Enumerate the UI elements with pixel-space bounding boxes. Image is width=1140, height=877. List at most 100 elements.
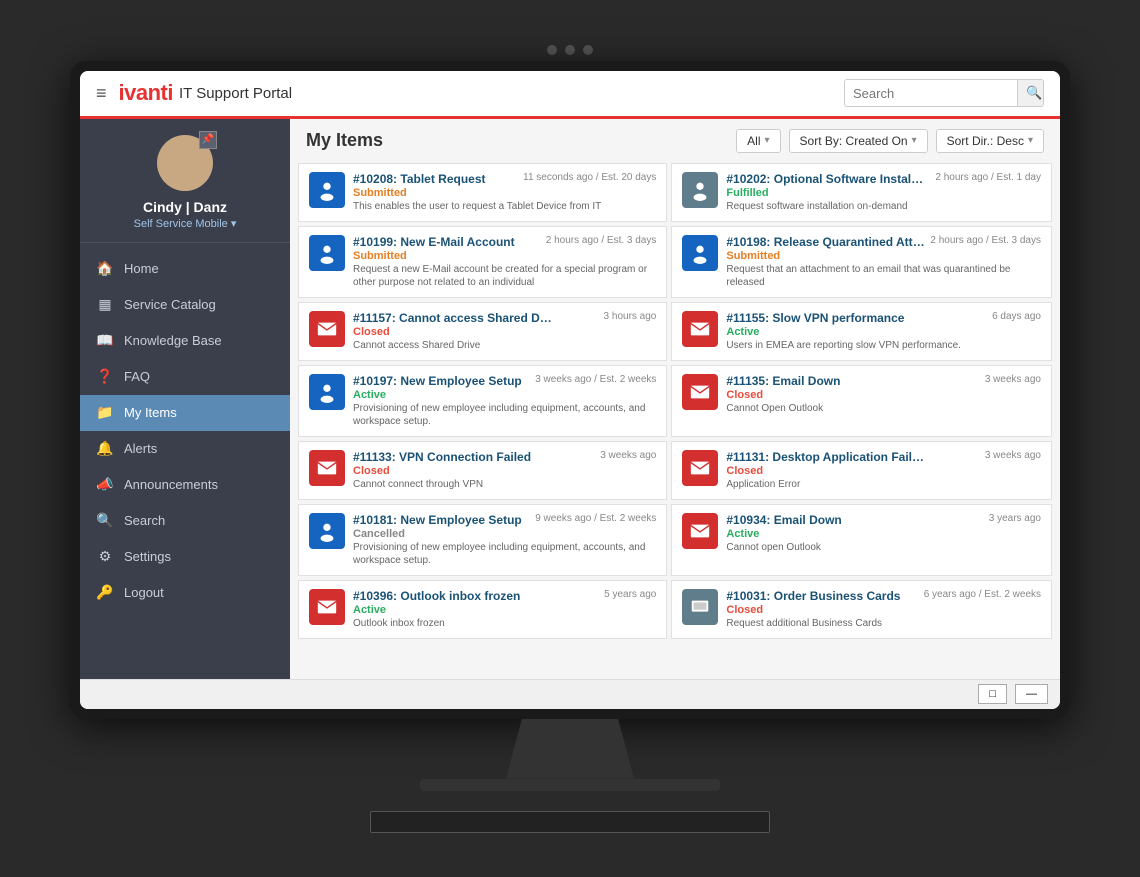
item-time: 5 years ago <box>604 589 656 600</box>
filter-all-button[interactable]: All ▾ <box>736 129 780 153</box>
filter-all-label: All <box>747 134 760 148</box>
item-body: #10202: Optional Software Installation R… <box>726 172 1041 213</box>
item-desc: Outlook inbox frozen <box>353 617 656 630</box>
item-body: #10208: Tablet Request 11 seconds ago / … <box>353 172 656 213</box>
monitor-dots <box>547 45 593 55</box>
item-header-row: #11135: Email Down 3 weeks ago <box>726 374 1041 388</box>
item-title: #11135: Email Down <box>726 374 840 388</box>
item-icon <box>309 450 345 486</box>
sidebar-label-service-catalog: Service Catalog <box>124 297 216 312</box>
item-time: 3 weeks ago <box>985 450 1041 461</box>
item-header-row: #10202: Optional Software Installation R… <box>726 172 1041 186</box>
sidebar-label-knowledge-base: Knowledge Base <box>124 333 222 348</box>
alerts-icon: 🔔 <box>96 440 114 458</box>
sidebar-item-logout[interactable]: 🔑 Logout <box>80 575 290 611</box>
item-time: 6 days ago <box>992 311 1041 322</box>
list-item[interactable]: #10202: Optional Software Installation R… <box>671 163 1052 222</box>
sidebar-label-home: Home <box>124 261 159 276</box>
faq-icon: ❓ <box>96 368 114 386</box>
list-item[interactable]: #10197: New Employee Setup 3 weeks ago /… <box>298 365 667 437</box>
list-item[interactable]: #11133: VPN Connection Failed 3 weeks ag… <box>298 441 667 500</box>
announcements-icon: 📣 <box>96 476 114 494</box>
pin-icon: 📌 <box>199 131 217 149</box>
list-item[interactable]: #10208: Tablet Request 11 seconds ago / … <box>298 163 667 222</box>
item-icon <box>309 311 345 347</box>
filter-sort-by-label: Sort By: Created On <box>800 134 908 148</box>
my-items-icon: 📁 <box>96 404 114 422</box>
item-status: Closed <box>353 326 656 338</box>
sidebar-item-my-items[interactable]: 📁 My Items <box>80 395 290 431</box>
list-item[interactable]: #10181: New Employee Setup 9 weeks ago /… <box>298 504 667 576</box>
filter-sort-by-button[interactable]: Sort By: Created On ▾ <box>789 129 928 153</box>
header-search-container: 🔍 <box>844 79 1044 107</box>
filter-sort-dir-button[interactable]: Sort Dir.: Desc ▾ <box>936 129 1044 153</box>
list-item[interactable]: #10031: Order Business Cards 6 years ago… <box>671 580 1052 639</box>
stand-base <box>420 779 720 791</box>
brand: ivanti IT Support Portal <box>119 80 293 106</box>
list-item[interactable]: #10396: Outlook inbox frozen 5 years ago… <box>298 580 667 639</box>
list-item[interactable]: #10934: Email Down 3 years ago Active Ca… <box>671 504 1052 576</box>
search-button[interactable]: 🔍 <box>1017 80 1044 106</box>
sidebar-item-announcements[interactable]: 📣 Announcements <box>80 467 290 503</box>
user-name: Cindy | Danz <box>143 199 227 215</box>
list-item[interactable]: #10199: New E-Mail Account 2 hours ago /… <box>298 226 667 298</box>
hamburger-menu[interactable]: ≡ <box>96 83 107 104</box>
sidebar-item-faq[interactable]: ❓ FAQ <box>80 359 290 395</box>
stand-neck <box>490 719 650 779</box>
filter-all-arrow: ▾ <box>765 135 770 146</box>
item-body: #10181: New Employee Setup 9 weeks ago /… <box>353 513 656 567</box>
sidebar-item-home[interactable]: 🏠 Home <box>80 251 290 287</box>
item-header-row: #11157: Cannot access Shared Drive 3 hou… <box>353 311 656 325</box>
list-item[interactable]: #10198: Release Quarantined Attachment 2… <box>671 226 1052 298</box>
sidebar-item-service-catalog[interactable]: ▦ Service Catalog <box>80 287 290 323</box>
sidebar-nav: 🏠 Home ▦ Service Catalog 📖 Knowledge Bas… <box>80 243 290 679</box>
sidebar-item-search[interactable]: 🔍 Search <box>80 503 290 539</box>
item-title: #10199: New E-Mail Account <box>353 235 515 249</box>
items-grid: #10208: Tablet Request 11 seconds ago / … <box>290 163 1060 679</box>
item-title: #11155: Slow VPN performance <box>726 311 904 325</box>
item-body: #10199: New E-Mail Account 2 hours ago /… <box>353 235 656 289</box>
item-desc: Cannot Open Outlook <box>726 402 1041 415</box>
item-title: #11133: VPN Connection Failed <box>353 450 531 464</box>
search-input[interactable] <box>845 81 1017 106</box>
sidebar-item-settings[interactable]: ⚙ Settings <box>80 539 290 575</box>
item-status: Submitted <box>353 187 656 199</box>
brand-name: ivanti <box>119 80 173 106</box>
item-time: 2 hours ago / Est. 3 days <box>930 235 1041 246</box>
sidebar-label-my-items: My Items <box>124 405 177 420</box>
item-status: Closed <box>726 465 1041 477</box>
item-title: #11157: Cannot access Shared Drive <box>353 311 553 325</box>
item-header-row: #10208: Tablet Request 11 seconds ago / … <box>353 172 656 186</box>
sidebar-item-knowledge-base[interactable]: 📖 Knowledge Base <box>80 323 290 359</box>
list-item[interactable]: #11157: Cannot access Shared Drive 3 hou… <box>298 302 667 361</box>
sidebar-item-alerts[interactable]: 🔔 Alerts <box>80 431 290 467</box>
item-title: #10031: Order Business Cards <box>726 589 900 603</box>
item-body: #11133: VPN Connection Failed 3 weeks ag… <box>353 450 656 491</box>
item-body: #11157: Cannot access Shared Drive 3 hou… <box>353 311 656 352</box>
filter-sort-by-arrow: ▾ <box>912 135 917 146</box>
list-item[interactable]: #11131: Desktop Application Failure 3 we… <box>671 441 1052 500</box>
list-item[interactable]: #11155: Slow VPN performance 6 days ago … <box>671 302 1052 361</box>
item-status: Closed <box>726 389 1041 401</box>
item-icon <box>309 374 345 410</box>
bottom-btn-2[interactable]: — <box>1015 684 1048 704</box>
sidebar-label-logout: Logout <box>124 585 164 600</box>
knowledge-base-icon: 📖 <box>96 332 114 350</box>
item-status: Cancelled <box>353 528 656 540</box>
app-header: ≡ ivanti IT Support Portal 🔍 <box>80 71 1060 119</box>
dot-2 <box>565 45 575 55</box>
item-desc: Request additional Business Cards <box>726 617 1041 630</box>
item-status: Active <box>353 389 656 401</box>
list-item[interactable]: #11135: Email Down 3 weeks ago Closed Ca… <box>671 365 1052 437</box>
bottom-btn-1[interactable]: □ <box>978 684 1007 704</box>
item-icon <box>309 235 345 271</box>
item-time: 3 weeks ago / Est. 2 weeks <box>535 374 656 385</box>
filter-sort-dir-label: Sort Dir.: Desc <box>947 134 1024 148</box>
item-header-row: #10199: New E-Mail Account 2 hours ago /… <box>353 235 656 249</box>
item-header-row: #10198: Release Quarantined Attachment 2… <box>726 235 1041 249</box>
monitor-stand <box>420 719 720 791</box>
item-time: 6 years ago / Est. 2 weeks <box>924 589 1041 600</box>
item-header-row: #10396: Outlook inbox frozen 5 years ago <box>353 589 656 603</box>
user-role[interactable]: Self Service Mobile <box>134 217 237 230</box>
item-status: Active <box>726 528 1041 540</box>
